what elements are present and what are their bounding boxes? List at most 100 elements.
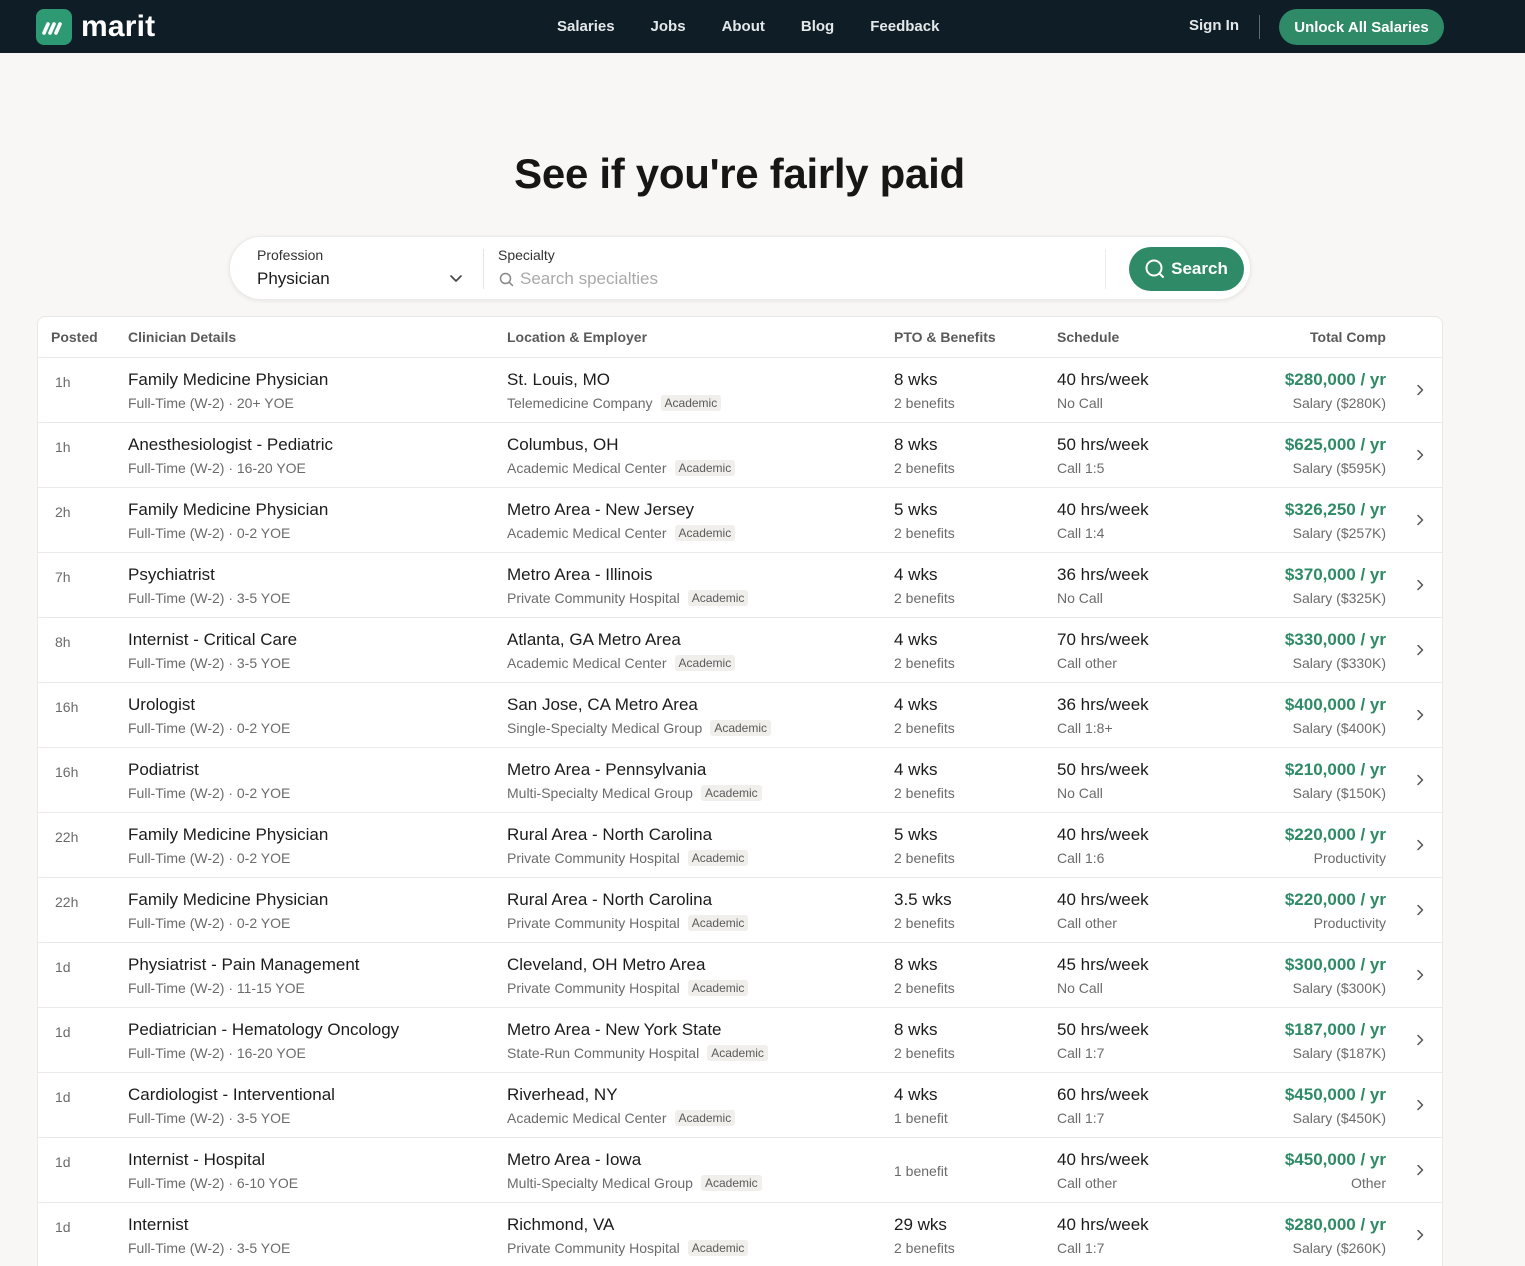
comp-type: Productivity (1313, 915, 1386, 931)
table-row[interactable]: 1d Physiatrist - Pain Management Full-Ti… (38, 943, 1442, 1008)
clinician-details: Full-Time (W-2) · 3-5 YOE (128, 1240, 291, 1256)
table-row[interactable]: 1d Internist - Hospital Full-Time (W-2) … (38, 1138, 1442, 1203)
sign-in-link[interactable]: Sign In (1189, 17, 1239, 34)
logo[interactable]: marit (36, 9, 155, 45)
employer-type-badge: Academic (687, 915, 749, 931)
hours-per-week: 40 hrs/week (1057, 1150, 1149, 1169)
location: Metro Area - Iowa (507, 1150, 642, 1169)
posted-time: 22h (55, 829, 79, 845)
table-row[interactable]: 8h Internist - Critical Care Full-Time (… (38, 618, 1442, 683)
chevron-right-icon[interactable] (1415, 774, 1425, 786)
chevron-right-icon[interactable] (1415, 384, 1425, 396)
benefits-count: 2 benefits (894, 720, 955, 736)
pto-weeks: 5 wks (894, 825, 938, 844)
call-schedule: Call 1:7 (1057, 1240, 1105, 1256)
benefits-count: 2 benefits (894, 590, 955, 606)
call-schedule: No Call (1057, 395, 1103, 411)
benefits-count: 2 benefits (894, 850, 955, 866)
clinician-details: Full-Time (W-2) · 3-5 YOE (128, 655, 291, 671)
clinician-details: Full-Time (W-2) · 11-15 YOE (128, 980, 305, 996)
pto-weeks: 4 wks (894, 565, 938, 584)
nav-link-feedback[interactable]: Feedback (870, 18, 939, 35)
comp-type: Salary ($280K) (1292, 395, 1386, 411)
clinician-title: Internist - Critical Care (128, 630, 298, 649)
hours-per-week: 50 hrs/week (1057, 1020, 1149, 1039)
nav-divider (1259, 15, 1260, 39)
pto-weeks: 8 wks (894, 1020, 938, 1039)
table-row[interactable]: 1d Internist Full-Time (W-2) · 3-5 YOE R… (38, 1203, 1442, 1266)
nav-link-jobs[interactable]: Jobs (651, 18, 686, 35)
total-comp: $450,000 / yr (1284, 1085, 1386, 1104)
clinician-details: Full-Time (W-2) · 0-2 YOE (128, 850, 291, 866)
chevron-right-icon[interactable] (1415, 1099, 1425, 1111)
employer-type-badge: Academic (674, 655, 736, 671)
chevron-right-icon[interactable] (1415, 1034, 1425, 1046)
unlock-all-salaries-button[interactable]: Unlock All Salaries (1279, 9, 1444, 45)
hours-per-week: 50 hrs/week (1057, 435, 1149, 454)
clinician-title: Anesthesiologist - Pediatric (128, 435, 334, 454)
search-divider (483, 249, 484, 289)
location: Metro Area - Pennsylvania (507, 760, 707, 779)
chevron-right-icon[interactable] (1415, 579, 1425, 591)
employer-type-badge: Academic (700, 1175, 762, 1191)
location: Richmond, VA (507, 1215, 615, 1234)
chevron-right-icon[interactable] (1415, 904, 1425, 916)
clinician-details: Full-Time (W-2) · 6-10 YOE (128, 1175, 299, 1191)
total-comp: $210,000 / yr (1284, 760, 1386, 779)
chevron-right-icon[interactable] (1415, 644, 1425, 656)
posted-time: 1d (55, 1089, 71, 1105)
posted-time: 16h (55, 764, 79, 780)
employer: Private Community Hospital Academic (507, 980, 749, 996)
clinician-title: Podiatrist (128, 760, 199, 779)
chevron-right-icon[interactable] (1415, 514, 1425, 526)
pto-weeks: 8 wks (894, 370, 938, 389)
chevron-right-icon[interactable] (1415, 839, 1425, 851)
total-comp: $625,000 / yr (1284, 435, 1386, 454)
hours-per-week: 40 hrs/week (1057, 500, 1149, 519)
posted-time: 1d (55, 959, 71, 975)
table-row[interactable]: 1h Family Medicine Physician Full-Time (… (38, 358, 1442, 423)
table-row[interactable]: 1d Cardiologist - Interventional Full-Ti… (38, 1073, 1442, 1138)
pto-weeks: 4 wks (894, 1085, 938, 1104)
chevron-right-icon[interactable] (1415, 1229, 1425, 1241)
comp-type: Salary ($595K) (1292, 460, 1386, 476)
employer-type-badge: Academic (660, 395, 722, 411)
specialty-search-input[interactable] (520, 268, 1100, 290)
header-clinician-details: Clinician Details (128, 329, 237, 345)
location: San Jose, CA Metro Area (507, 695, 698, 714)
employer-type-badge: Academic (674, 1110, 736, 1126)
total-comp: $220,000 / yr (1284, 825, 1386, 844)
profession-label: Profession (257, 247, 324, 263)
comp-type: Salary ($150K) (1292, 785, 1386, 801)
employer-type-badge: Academic (674, 525, 736, 541)
employer-type-badge: Academic (687, 980, 749, 996)
chevron-right-icon[interactable] (1415, 1164, 1425, 1176)
employer: Private Community Hospital Academic (507, 1240, 749, 1256)
table-row[interactable]: 22h Family Medicine Physician Full-Time … (38, 878, 1442, 943)
table-row[interactable]: 1d Pediatrician - Hematology Oncology Fu… (38, 1008, 1442, 1073)
table-row[interactable]: 7h Psychiatrist Full-Time (W-2) · 3-5 YO… (38, 553, 1442, 618)
employer-name: Academic Medical Center (507, 525, 667, 541)
table-row[interactable]: 2h Family Medicine Physician Full-Time (… (38, 488, 1442, 553)
chevron-right-icon[interactable] (1415, 969, 1425, 981)
nav-link-blog[interactable]: Blog (801, 18, 834, 35)
nav-link-about[interactable]: About (722, 18, 765, 35)
chevron-right-icon[interactable] (1415, 709, 1425, 721)
header-location-employer: Location & Employer (507, 329, 648, 345)
search-button[interactable]: Search (1129, 247, 1244, 291)
pto-weeks: 4 wks (894, 760, 938, 779)
table-row[interactable]: 16h Urologist Full-Time (W-2) · 0-2 YOE … (38, 683, 1442, 748)
employer: Academic Medical Center Academic (507, 460, 736, 476)
table-row[interactable]: 1h Anesthesiologist - Pediatric Full-Tim… (38, 423, 1442, 488)
nav-link-salaries[interactable]: Salaries (557, 18, 615, 35)
table-row[interactable]: 22h Family Medicine Physician Full-Time … (38, 813, 1442, 878)
call-schedule: No Call (1057, 980, 1103, 996)
search-divider-2 (1105, 249, 1106, 289)
employer: Private Community Hospital Academic (507, 850, 749, 866)
pto-weeks: 4 wks (894, 695, 938, 714)
chevron-right-icon[interactable] (1415, 449, 1425, 461)
pto-weeks: 8 wks (894, 435, 938, 454)
table-row[interactable]: 16h Podiatrist Full-Time (W-2) · 0-2 YOE… (38, 748, 1442, 813)
employer-type-badge: Academic (700, 785, 762, 801)
specialty-label: Specialty (498, 247, 555, 263)
